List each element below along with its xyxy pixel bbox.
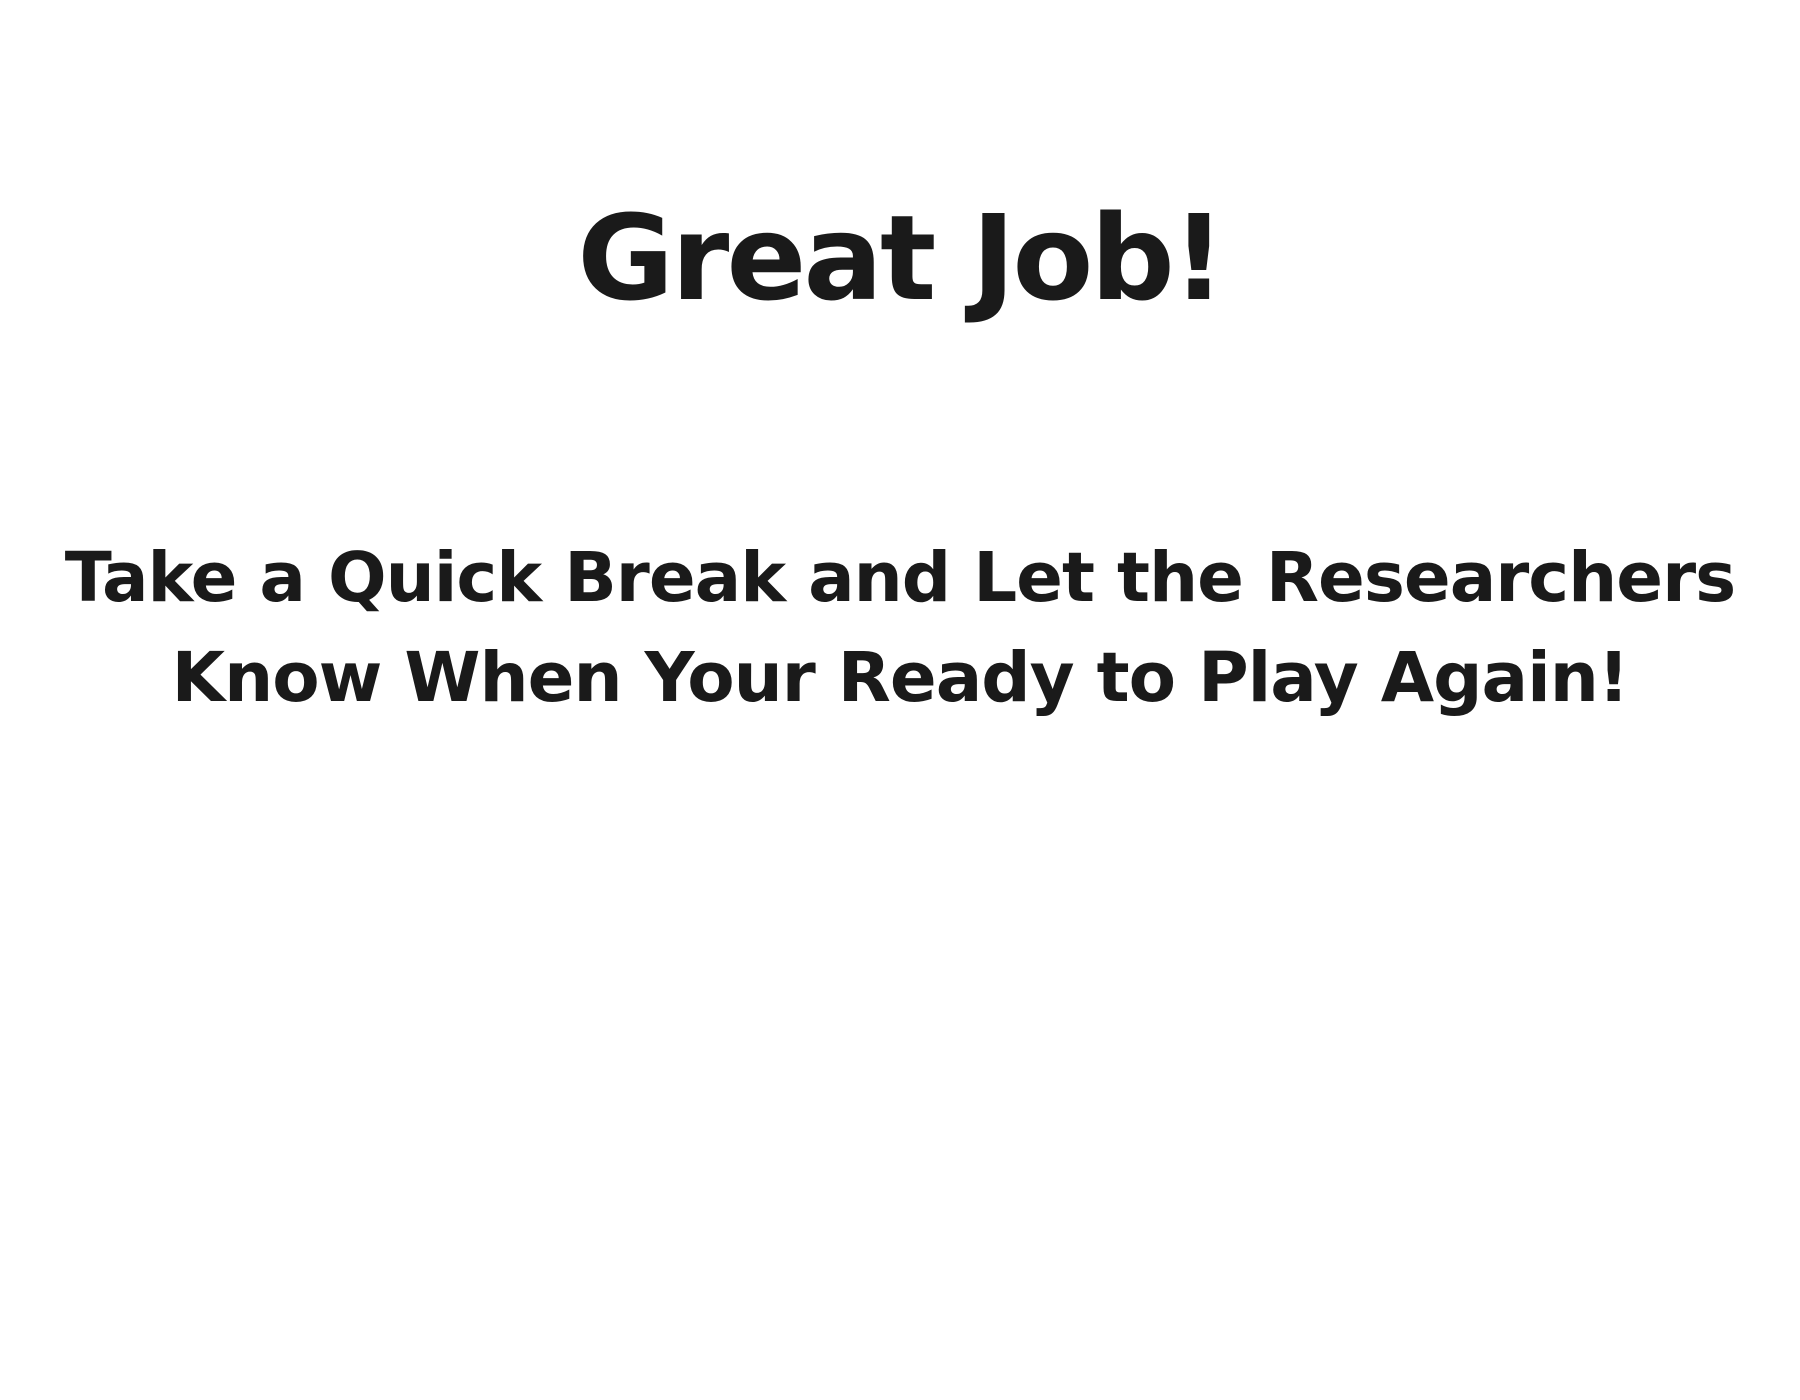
break-screen: Great Job! Take a Quick Break and Let th…: [0, 0, 1800, 1400]
break-message-line-1: Take a Quick Break and Let the Researche…: [64, 538, 1736, 618]
break-message-line-2: Know When Your Ready to Play Again!: [171, 638, 1630, 718]
break-message: Take a Quick Break and Let the Researche…: [0, 528, 1800, 728]
page-title: Great Job!: [577, 189, 1225, 327]
